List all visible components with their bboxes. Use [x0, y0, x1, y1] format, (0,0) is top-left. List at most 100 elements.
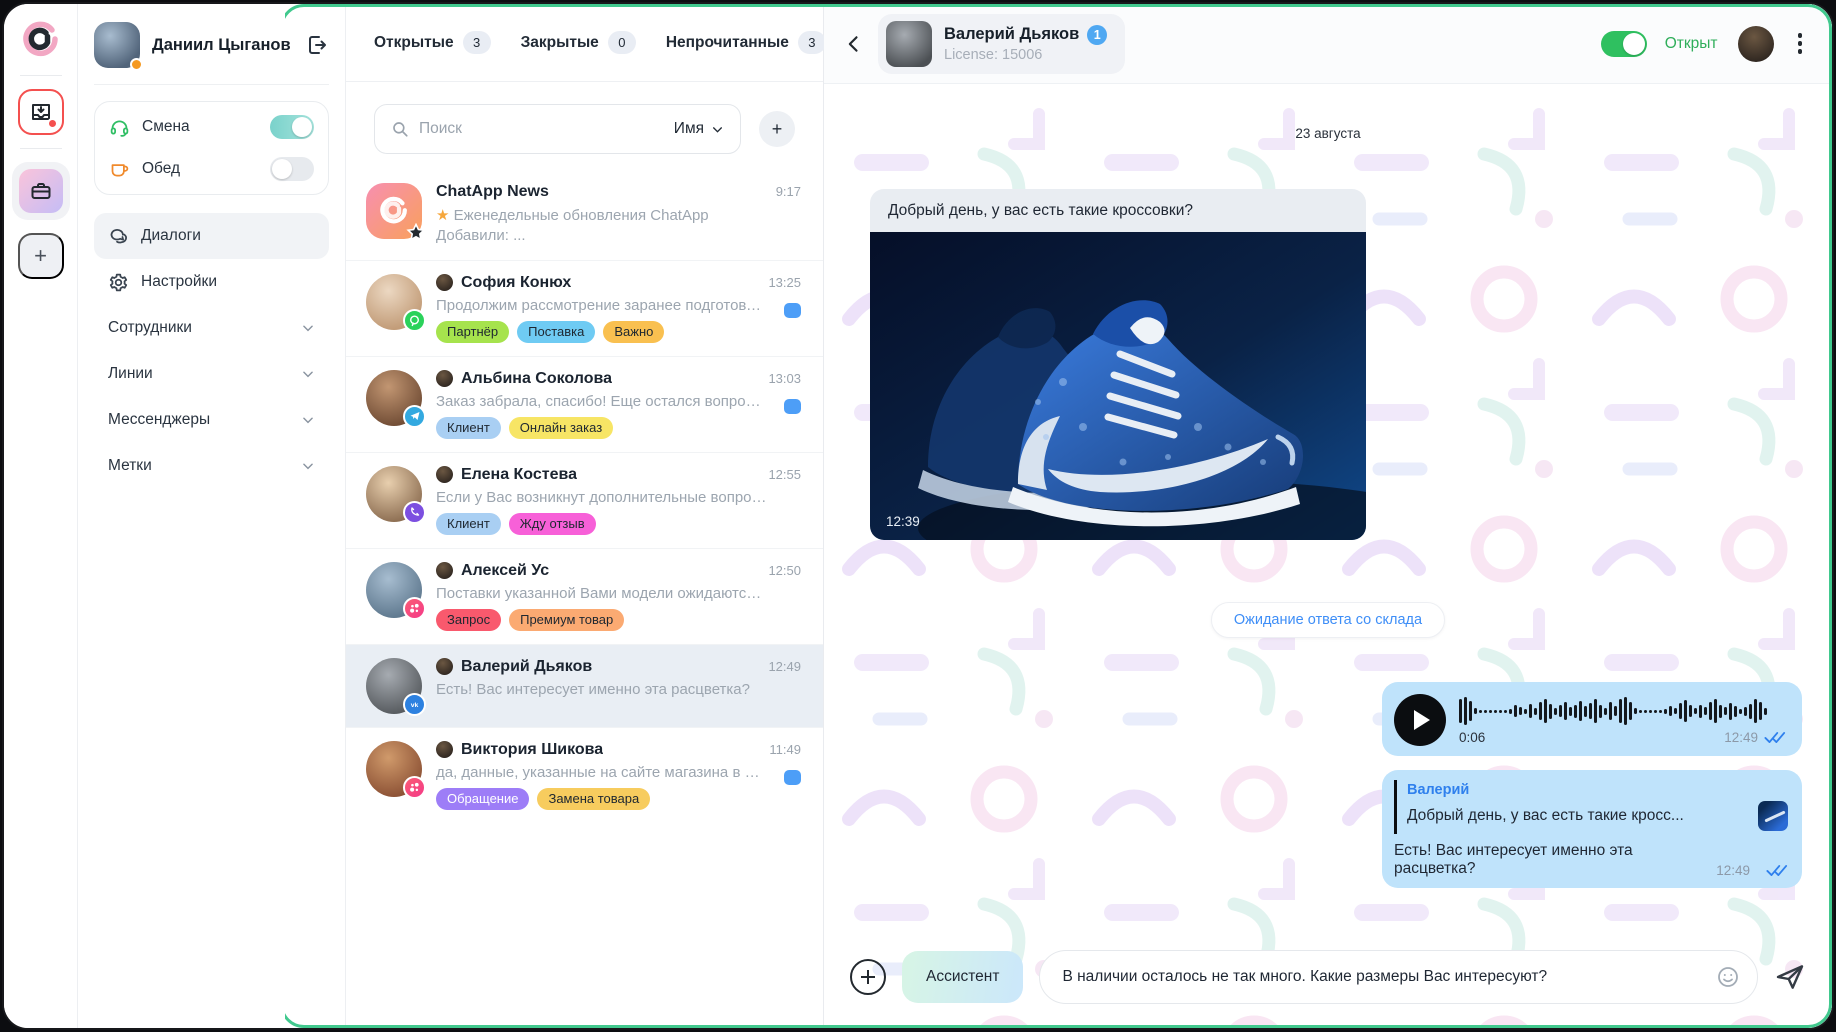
chevron-down-icon: [301, 321, 315, 335]
shift-toggle[interactable]: [270, 115, 314, 139]
chevron-left-icon: [844, 34, 864, 54]
search-filter-value: Имя: [674, 120, 704, 138]
conversation-row-albina[interactable]: Альбина Соколова Заказ забрала, спасибо!…: [346, 356, 823, 452]
search-input[interactable]: Поиск Имя: [374, 104, 741, 154]
tab-label: Закрытые: [521, 34, 599, 52]
chat-header: Валерий Дьяков 1 License: 15006 Открыт: [824, 4, 1832, 84]
user-name: Даниил Цыганов: [152, 36, 293, 55]
conversation-preview: Поставки указанной Вами модели ожидаются…: [436, 585, 801, 602]
search-row: Поиск Имя +: [346, 82, 823, 170]
conversation-time: 12:49: [768, 659, 801, 674]
new-conversation-button[interactable]: +: [759, 111, 795, 147]
conversation-time: 9:17: [776, 184, 801, 199]
dialog-open-toggle[interactable]: [1601, 31, 1647, 57]
sidebar-item-label: Диалоги: [141, 227, 315, 245]
chevron-down-icon: [301, 459, 315, 473]
conversation-row-sofia[interactable]: София Конюх Продолжим рассмотрение заран…: [346, 260, 823, 356]
avito-badge-icon: [403, 597, 426, 620]
search-filter-select[interactable]: Имя: [674, 120, 724, 138]
sneakers-photo: [870, 232, 1366, 540]
quoted-message[interactable]: Валерий Добрый день, у вас есть такие кр…: [1394, 780, 1788, 834]
play-button[interactable]: [1394, 694, 1446, 746]
chat-contact-card[interactable]: Валерий Дьяков 1 License: 15006: [878, 14, 1125, 74]
tab-closed[interactable]: Закрытые 0: [521, 31, 636, 54]
assistant-button[interactable]: Ассистент: [902, 951, 1023, 1003]
sidebar-item-employees[interactable]: Сотрудники: [94, 305, 329, 351]
search-icon: [391, 120, 409, 138]
news-star-emoji: ★: [436, 207, 449, 224]
voice-waveform[interactable]: [1459, 694, 1786, 728]
tag-list: Клиент Онлайн заказ: [436, 417, 801, 439]
conversation-row-elena[interactable]: Елена Костева Если у Вас возникнут допол…: [346, 452, 823, 548]
emoji-icon[interactable]: [1716, 965, 1740, 989]
conversation-preview: Продолжим рассмотрение заранее подготовл…: [436, 297, 801, 314]
sidebar-item-label: Сотрудники: [108, 319, 289, 337]
conversation-row-valeriy[interactable]: vk Валерий Дьяков Есть! Вас интересует и…: [346, 644, 823, 727]
conversation-row-chatapp-news[interactable]: ChatApp News ★ Еженедельные обновления C…: [346, 170, 823, 260]
incoming-message-image[interactable]: 12:39: [870, 232, 1366, 540]
back-button[interactable]: [844, 34, 864, 54]
conversation-name: ChatApp News: [436, 183, 549, 201]
conversation-row-alexey[interactable]: Алексей Ус Поставки указанной Вами модел…: [346, 548, 823, 644]
rail-divider: [20, 75, 62, 76]
conversation-name: София Конюх: [461, 274, 571, 292]
chat-menu-button[interactable]: [1798, 33, 1803, 54]
operator-mini-avatar: [436, 741, 453, 758]
sidebar-menu: Диалоги Настройки Сотрудники Линии Мессе…: [94, 213, 329, 489]
contact-avatar: [366, 741, 422, 797]
message-input[interactable]: [1039, 950, 1758, 1004]
tab-unread[interactable]: Непрочитанные 3: [666, 31, 826, 54]
chatapp-logo-icon: [19, 18, 63, 62]
lunch-toggle-row: Обед: [95, 148, 328, 190]
profile-row: Даниил Цыганов: [94, 22, 329, 68]
logout-button[interactable]: [305, 33, 329, 57]
outgoing-reply-bubble: Валерий Добрый день, у вас есть такие кр…: [1382, 770, 1802, 888]
conversation-preview: ★ Еженедельные обновления ChatApp Добави…: [436, 206, 801, 247]
shift-toggle-row: Смена: [95, 106, 328, 148]
quote-image-thumbnail: [1758, 801, 1788, 831]
sidebar-item-label: Настройки: [141, 273, 315, 291]
viber-badge-icon: [403, 501, 426, 524]
headset-icon: [109, 117, 130, 138]
conversation-row-viktoria[interactable]: Виктория Шикова да, данные, указанные на…: [346, 727, 823, 823]
conversation-preview: Есть! Вас интересует именно эта расцветк…: [436, 681, 801, 698]
user-avatar: [94, 22, 140, 68]
sidebar-item-messengers[interactable]: Мессенджеры: [94, 397, 329, 443]
attach-button[interactable]: [850, 959, 886, 995]
tag-request: Запрос: [436, 609, 501, 631]
svg-text:vk: vk: [411, 702, 419, 709]
sidebar-item-settings[interactable]: Настройки: [94, 259, 329, 305]
lunch-toggle[interactable]: [270, 157, 314, 181]
quote-text: Добрый день, у вас есть такие кросс...: [1407, 807, 1748, 825]
inbox-rail-button[interactable]: [18, 89, 64, 135]
sidebar-item-dialogs[interactable]: Диалоги: [94, 213, 329, 259]
divider: [94, 84, 329, 85]
conversations-panel: Открытые 3 Закрытые 0 Непрочитанные 3 По…: [346, 4, 824, 1028]
conversation-time: 12:50: [768, 563, 801, 578]
assigned-operator-avatar[interactable]: [1738, 26, 1774, 62]
tag-important: Важно: [603, 321, 664, 343]
send-button[interactable]: [1774, 961, 1806, 993]
workspace-rail-button[interactable]: [12, 162, 70, 220]
chat-contact-avatar: [886, 21, 932, 67]
add-workspace-button[interactable]: +: [18, 233, 64, 279]
operator-mini-avatar: [436, 466, 453, 483]
sidebar-item-tags[interactable]: Метки: [94, 443, 329, 489]
conversation-name: Виктория Шикова: [461, 741, 603, 759]
chatapp-news-avatar: [366, 183, 422, 239]
conversation-name: Елена Костева: [461, 466, 577, 484]
operator-mini-avatar: [436, 370, 453, 387]
sidebar-item-lines[interactable]: Линии: [94, 351, 329, 397]
tag-online-order: Онлайн заказ: [509, 417, 613, 439]
conversation-time: 13:03: [768, 371, 801, 386]
tab-open[interactable]: Открытые 3: [374, 31, 491, 54]
contact-avatar: [366, 274, 422, 330]
chat-unread-count-badge: 1: [1087, 25, 1107, 45]
conversation-time: 13:25: [768, 275, 801, 290]
tag-supply: Поставка: [517, 321, 595, 343]
icon-rail: +: [4, 4, 78, 1028]
incoming-message-bubble: Добрый день, у вас есть такие кроссовки?: [870, 189, 1366, 540]
dialog-status-pill: Ожидание ответа со склада: [1211, 602, 1445, 638]
operator-mini-avatar: [436, 274, 453, 291]
conversation-preview: да, данные, указанные на сайте магазина …: [436, 764, 801, 781]
